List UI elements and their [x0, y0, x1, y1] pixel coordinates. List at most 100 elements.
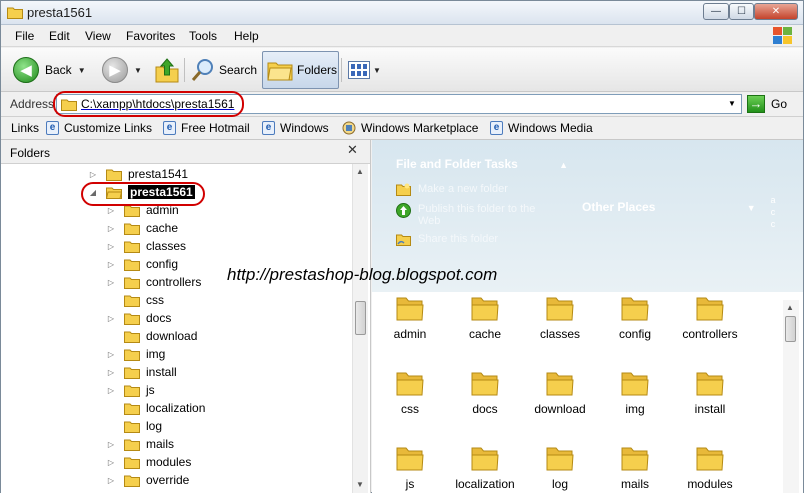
folder-icon	[546, 372, 574, 396]
file-folder-item[interactable]: localization	[446, 445, 524, 491]
file-folder-item[interactable]: classes	[521, 295, 599, 341]
tree-item[interactable]: ▷ cache	[105, 219, 178, 237]
tree-item-label: override	[146, 473, 190, 487]
up-folder-button[interactable]	[155, 54, 179, 86]
tree-item[interactable]: ▷ controllers	[105, 273, 201, 291]
minimize-button[interactable]: —	[703, 3, 729, 20]
file-folder-item[interactable]: css	[371, 370, 449, 416]
menu-file[interactable]: File	[15, 29, 34, 43]
file-folder-item[interactable]: controllers	[671, 295, 749, 341]
expand-arrow-icon[interactable]: ▷	[87, 170, 99, 179]
folder-pane-title: Folders	[10, 146, 51, 160]
file-item-label: docs	[472, 402, 498, 416]
forward-button[interactable]: ▶ ▼	[102, 54, 142, 86]
expand-arrow-icon[interactable]: ▷	[105, 368, 117, 377]
views-button[interactable]: ▼	[348, 54, 381, 86]
expand-arrow-icon[interactable]: ▷	[105, 314, 117, 323]
tree-item[interactable]: log	[105, 417, 162, 435]
folder-icon	[621, 447, 649, 471]
toolbar: ◀ Back ▼ ▶ ▼ Search Folders ▼	[1, 48, 803, 92]
file-folder-item[interactable]: docs	[446, 370, 524, 416]
link-windows-media[interactable]: e Windows Media	[490, 121, 593, 135]
tree-item[interactable]: ▷ js	[105, 381, 155, 399]
file-folder-item[interactable]: js	[371, 445, 449, 491]
other-places-header[interactable]: Other Places ▼	[582, 200, 756, 214]
expand-arrow-icon[interactable]: ▷	[105, 440, 117, 449]
chevron-down-icon[interactable]: ▼	[373, 66, 381, 75]
scroll-up-icon[interactable]: ▲	[786, 303, 794, 312]
folders-icon	[267, 62, 293, 81]
expand-arrow-icon[interactable]: ▷	[105, 458, 117, 467]
expand-arrow-icon[interactable]: ▷	[105, 206, 117, 215]
menu-bar: File Edit View Favorites Tools Help	[1, 25, 803, 47]
file-folder-item[interactable]: log	[521, 445, 599, 491]
search-button[interactable]: Search	[191, 54, 257, 86]
tree-item[interactable]: ▷ classes	[105, 237, 186, 255]
chevron-down-icon[interactable]: ▼	[134, 66, 142, 75]
file-folder-item[interactable]: img	[596, 370, 674, 416]
file-item-label: localization	[455, 477, 515, 491]
file-folder-item[interactable]: cache	[446, 295, 524, 341]
file-scrollbar[interactable]: ▲	[783, 300, 799, 493]
expand-arrow-icon[interactable]: ▷	[105, 260, 117, 269]
tree-item[interactable]: ▷ img	[105, 345, 165, 363]
scrollbar-thumb[interactable]	[355, 301, 366, 335]
chevron-down-icon[interactable]: ▼	[78, 66, 86, 75]
tree-item[interactable]: localization	[105, 399, 205, 417]
annotation-circle	[53, 91, 244, 117]
file-folder-item[interactable]: download	[521, 370, 599, 416]
close-button[interactable]: ✕	[754, 3, 798, 20]
scroll-down-icon[interactable]: ▼	[356, 480, 364, 489]
file-folder-item[interactable]: install	[671, 370, 749, 416]
expand-arrow-icon[interactable]: ▷	[105, 350, 117, 359]
task-make-folder[interactable]: Make a new folder	[396, 183, 508, 196]
maximize-button[interactable]: ☐	[729, 3, 754, 20]
link-free-hotmail[interactable]: e Free Hotmail	[163, 121, 250, 135]
folders-button[interactable]: Folders	[262, 51, 339, 89]
close-icon[interactable]: ✕	[347, 142, 358, 158]
expand-arrow-icon[interactable]: ▷	[105, 242, 117, 251]
tree-item[interactable]: ▷ override	[105, 471, 189, 489]
title-bar[interactable]: presta1561 — ☐ ✕	[1, 1, 803, 25]
scrollbar-thumb[interactable]	[785, 316, 796, 342]
tree-item[interactable]: ▷ config	[105, 255, 178, 273]
expand-arrow-icon[interactable]: ▷	[105, 278, 117, 287]
file-folder-item[interactable]: admin	[371, 295, 449, 341]
file-folder-item[interactable]: modules	[671, 445, 749, 491]
file-folder-tasks-header[interactable]: File and Folder Tasks ▲	[396, 157, 568, 171]
scroll-up-icon[interactable]: ▲	[356, 167, 364, 176]
task-publish-folder[interactable]: Publish this folder to the Web	[396, 203, 556, 227]
menu-tools[interactable]: Tools	[189, 29, 217, 43]
expand-arrow-icon[interactable]: ▷	[105, 476, 117, 485]
chevron-up-icon[interactable]: ▲	[559, 160, 568, 170]
go-button[interactable]: → Go	[747, 95, 787, 113]
tree-scrollbar[interactable]: ▲ ▼	[352, 164, 368, 493]
file-item-label: log	[551, 477, 568, 491]
link-customize-links[interactable]: e Customize Links	[46, 121, 152, 135]
task-share-folder[interactable]: Share this folder	[396, 233, 498, 246]
tree-item[interactable]: download	[105, 327, 197, 345]
link-windows[interactable]: e Windows	[262, 121, 329, 135]
link-windows-marketplace[interactable]: Windows Marketplace	[342, 121, 478, 135]
expand-arrow-icon[interactable]: ▷	[105, 224, 117, 233]
tree-item-label: presta1541	[128, 167, 189, 181]
tree-item[interactable]: ▷ install	[105, 363, 177, 381]
chevron-down-icon[interactable]: ▼	[725, 97, 739, 111]
file-folder-item[interactable]: mails	[596, 445, 674, 491]
task-label: Make a new folder	[418, 183, 508, 195]
menu-edit[interactable]: Edit	[49, 29, 70, 43]
tree-item[interactable]: ▷ presta1541	[87, 165, 188, 183]
menu-help[interactable]: Help	[234, 29, 259, 43]
publish-web-icon	[396, 203, 411, 218]
tree-item[interactable]: ▷ mails	[105, 435, 174, 453]
file-folder-item[interactable]: config	[596, 295, 674, 341]
menu-view[interactable]: View	[85, 29, 111, 43]
search-icon	[191, 59, 213, 81]
back-button[interactable]: ◀ Back ▼	[13, 54, 86, 86]
tree-item[interactable]: css	[105, 291, 164, 309]
expand-arrow-icon[interactable]: ▷	[105, 386, 117, 395]
chevron-down-icon[interactable]: ▼	[747, 203, 756, 213]
tree-item[interactable]: ▷ docs	[105, 309, 171, 327]
menu-favorites[interactable]: Favorites	[126, 29, 175, 43]
tree-item[interactable]: ▷ modules	[105, 453, 191, 471]
